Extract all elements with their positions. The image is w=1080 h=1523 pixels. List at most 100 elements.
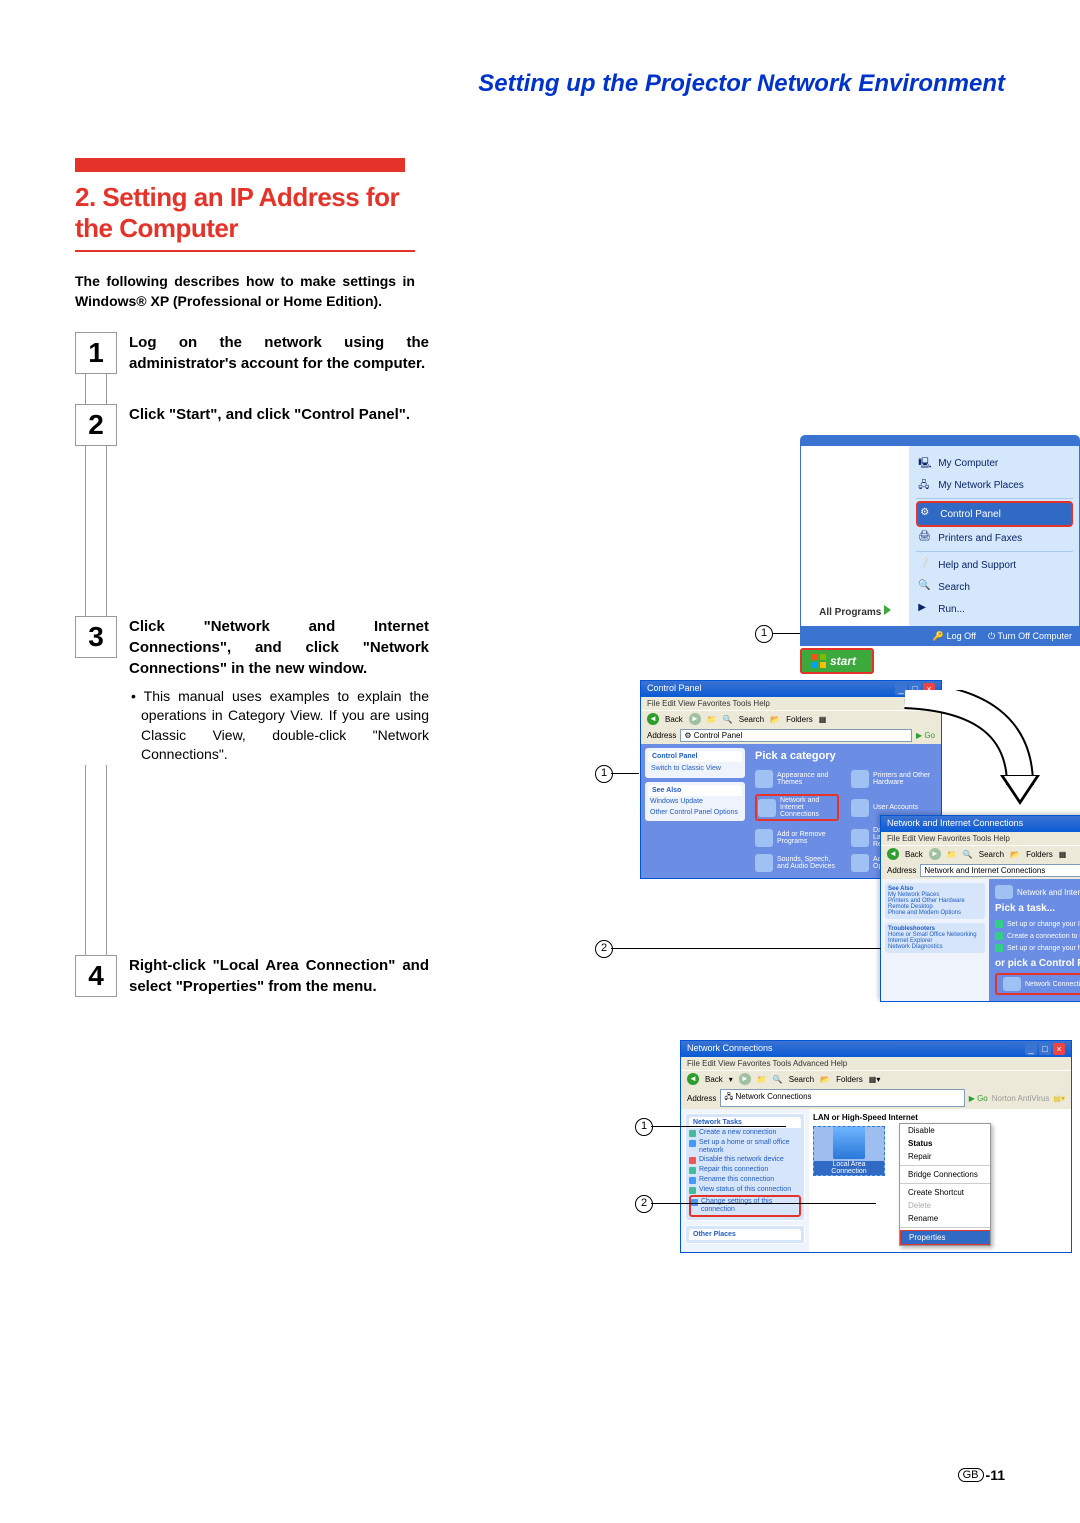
step-title: Click "Network and Internet Connections"… [129, 616, 429, 679]
ctx-repair[interactable]: Repair [900, 1150, 990, 1163]
start-button[interactable]: start [800, 648, 874, 674]
pick-icon: or pick a Control Panel icon [995, 958, 1080, 969]
section-title: 2. Setting an IP Address for the Compute… [75, 182, 415, 252]
menu-my-network[interactable]: 🖧My Network Places [916, 474, 1073, 496]
log-off-button[interactable]: 🔑 Log Off [933, 631, 976, 642]
cat-printers[interactable]: Printers and Other Hardware [851, 770, 935, 788]
task-repair[interactable]: Repair this connection [689, 1165, 801, 1175]
run-icon: ▶ [918, 602, 932, 616]
other-places-title: Other Places [689, 1229, 801, 1240]
connector [85, 374, 107, 404]
menu-run[interactable]: ▶Run... [916, 598, 1073, 620]
minimize-icon[interactable]: _ [1025, 1043, 1037, 1055]
lan-connection[interactable]: Local Area Connection [813, 1126, 885, 1176]
go-button[interactable]: ▶ Go [969, 1094, 988, 1103]
search-icon[interactable]: 🔍 [773, 1075, 783, 1084]
menu-search[interactable]: 🔍Search [916, 576, 1073, 598]
go-button[interactable]: ▶ Go [916, 731, 935, 740]
callout-1: 1 [635, 1118, 653, 1136]
task-change-settings[interactable]: Change settings of this connection [689, 1195, 801, 1216]
network-connections-icon[interactable]: Network Connections [995, 973, 1080, 995]
search-icon[interactable]: 🔍 [723, 715, 733, 724]
callout-2: 2 [635, 1195, 653, 1213]
sound-icon [755, 854, 773, 872]
task-item[interactable]: Create a connection to the network at yo… [995, 930, 1080, 942]
ctx-shortcut[interactable]: Create Shortcut [900, 1186, 990, 1199]
views-icon[interactable]: ▦ [1059, 850, 1067, 859]
toolbar: ◄Back ► 📁 🔍Search 📂Folders ▦ [881, 845, 1080, 862]
appearance-icon [755, 770, 773, 788]
folders-icon[interactable]: 📂 [1010, 850, 1020, 859]
ctx-bridge[interactable]: Bridge Connections [900, 1168, 990, 1181]
close-icon[interactable]: × [1053, 1043, 1065, 1055]
step-body: • This manual uses examples to explain t… [129, 687, 429, 765]
forward-icon[interactable]: ► [689, 713, 701, 725]
menubar[interactable]: File Edit View Favorites Tools Help [641, 697, 941, 710]
intro-text: The following describes how to make sett… [75, 272, 415, 311]
task-status[interactable]: View status of this connection [689, 1185, 801, 1195]
group-title: LAN or High-Speed Internet [813, 1113, 1067, 1122]
connector [85, 446, 107, 616]
task-setup[interactable]: Set up a home or small office network [689, 1138, 801, 1155]
close-icon[interactable]: × [923, 683, 935, 695]
all-programs: All Programs [805, 601, 905, 622]
menu-help[interactable]: ❔Help and Support [916, 554, 1073, 576]
cat-network[interactable]: Network and Internet Connections [755, 794, 839, 821]
task-create[interactable]: Create a new connection [689, 1128, 801, 1138]
ctx-status[interactable]: Status [900, 1137, 990, 1150]
screenshot-network-connections: Network Connections _□× File Edit View Fa… [640, 1040, 1080, 1253]
turn-off-button[interactable]: ⏻ Turn Off Computer [988, 631, 1072, 642]
folders-icon[interactable]: 📂 [770, 715, 780, 724]
ctx-disable[interactable]: Disable [900, 1124, 990, 1137]
task-item[interactable]: Set up or change your home or small offi… [995, 942, 1080, 954]
task-rename[interactable]: Rename this connection [689, 1175, 801, 1185]
printer-icon [851, 770, 869, 788]
callout-1: 1 [595, 765, 613, 783]
views-icon[interactable]: ▦▾ [869, 1075, 881, 1084]
menu-control-panel[interactable]: ⚙Control Panel [916, 501, 1073, 527]
step-title: Log on the network using the administrat… [129, 332, 429, 374]
up-icon[interactable]: 📁 [707, 715, 717, 724]
up-icon[interactable]: 📁 [757, 1075, 767, 1084]
task-disable[interactable]: Disable this network device [689, 1155, 801, 1165]
maximize-icon[interactable]: □ [1039, 1043, 1051, 1055]
views-icon[interactable]: ▦ [819, 715, 827, 724]
forward-icon[interactable]: ► [739, 1073, 751, 1085]
ctx-properties[interactable]: Properties [900, 1230, 990, 1245]
folders-icon[interactable]: 📂 [820, 1075, 830, 1084]
forward-icon[interactable]: ► [929, 848, 941, 860]
back-icon[interactable]: ◄ [887, 848, 899, 860]
side-link[interactable]: Other Control Panel Options [648, 807, 742, 818]
search-icon[interactable]: 🔍 [963, 850, 973, 859]
window-title: Network Connections [687, 1043, 773, 1055]
cp-icon: ⚙ [684, 731, 691, 740]
back-icon[interactable]: ◄ [687, 1073, 699, 1085]
lan-icon [833, 1127, 865, 1159]
menubar[interactable]: File Edit View Favorites Tools Advanced … [681, 1057, 1071, 1070]
ctx-rename[interactable]: Rename [900, 1212, 990, 1225]
page-number: GB-11 [958, 1467, 1005, 1483]
back-icon[interactable]: ◄ [647, 713, 659, 725]
side-link[interactable]: Network Diagnostics [888, 944, 982, 950]
window-title: Control Panel [647, 683, 702, 695]
switch-view[interactable]: Switch to Classic View [648, 762, 742, 775]
menubar[interactable]: File Edit View Favorites Tools Help [881, 832, 1080, 845]
side-panel-title: Control Panel [648, 751, 742, 762]
cat-sound[interactable]: Sounds, Speech, and Audio Devices [755, 854, 839, 872]
toolbar: ◄Back ► 📁 🔍Search 📂Folders ▦ [641, 710, 941, 727]
maximize-icon[interactable]: □ [909, 683, 921, 695]
minimize-icon[interactable]: _ [895, 683, 907, 695]
cat-appearance[interactable]: Appearance and Themes [755, 770, 839, 788]
up-icon[interactable]: 📁 [947, 850, 957, 859]
accessibility-icon [851, 854, 869, 872]
side-link[interactable]: Phone and Modem Options [888, 910, 982, 916]
menu-printers[interactable]: 🖨Printers and Faxes [916, 527, 1073, 549]
side-link[interactable]: Windows Update [648, 796, 742, 807]
task-item[interactable]: Set up or change your Internet connectio… [995, 918, 1080, 930]
cat-addremove[interactable]: Add or Remove Programs [755, 827, 839, 848]
callout-2: 2 [595, 940, 613, 958]
programs-icon [755, 829, 773, 847]
search-icon: 🔍 [918, 580, 932, 594]
menu-my-computer[interactable]: 🖳My Computer [916, 452, 1073, 474]
step-number: 1 [75, 332, 117, 374]
